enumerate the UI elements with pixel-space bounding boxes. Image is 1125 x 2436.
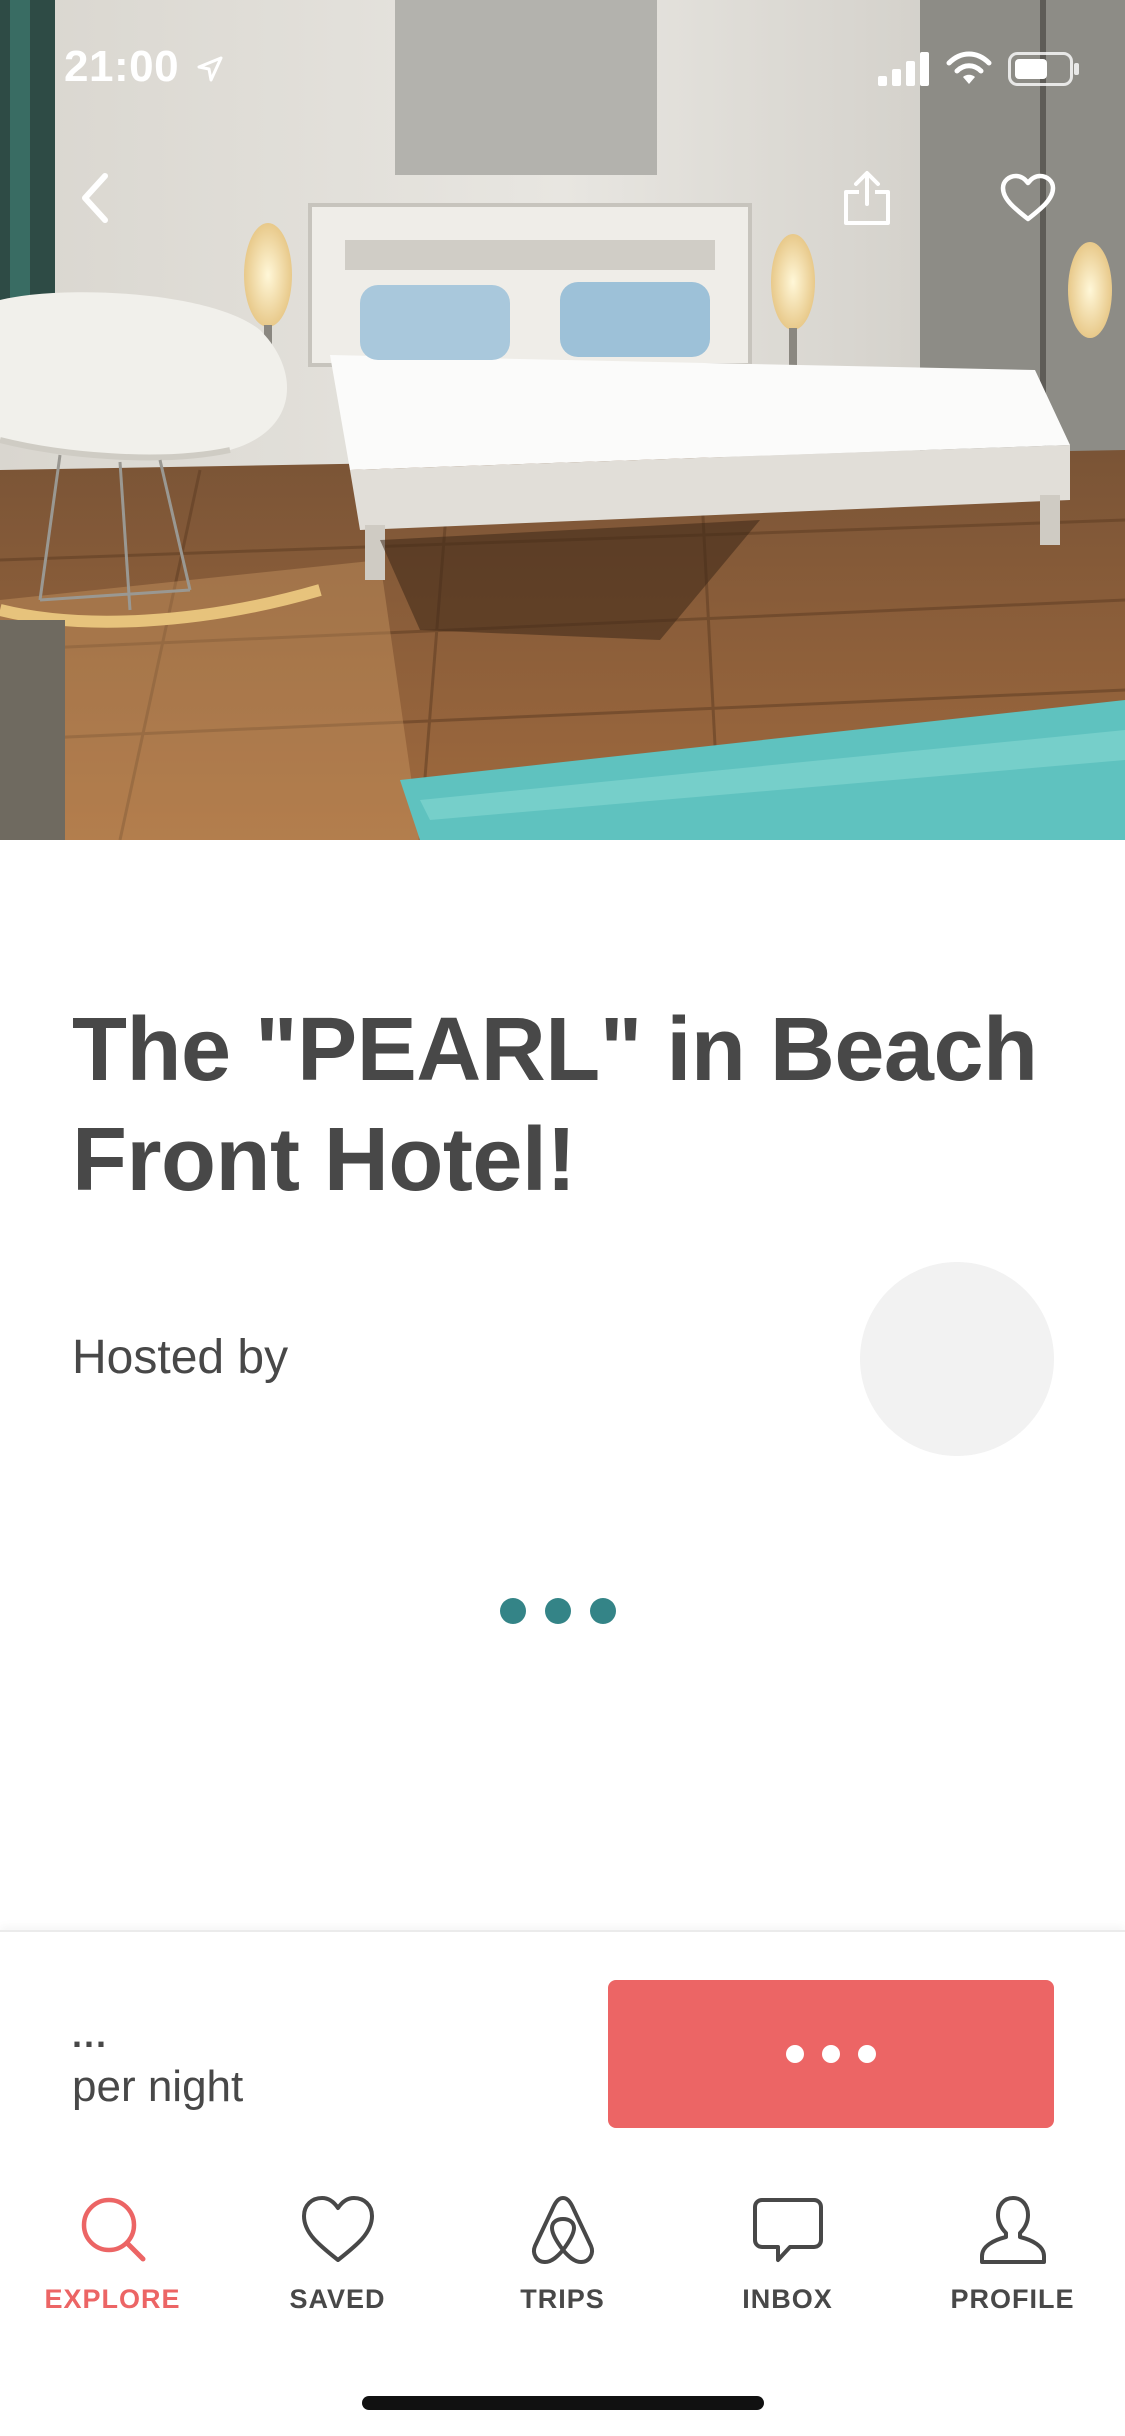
nightly-price: ... [72,2014,109,2055]
chevron-left-icon [82,173,108,223]
share-icon [844,171,890,225]
host-avatar[interactable] [860,1262,1054,1456]
cellular-signal-icon [878,52,929,86]
airbnb-logo-icon [531,2196,594,2264]
back-button[interactable] [50,153,140,243]
tab-label: PROFILE [950,2284,1075,2314]
status-bar: 21:00 [0,0,1125,130]
tab-label: EXPLORE [44,2284,181,2314]
tab-label: INBOX [742,2284,833,2314]
booking-bar: ... per night [0,1930,1125,2166]
hosted-by-label: Hosted by [72,1331,289,1384]
share-button[interactable] [822,153,912,243]
person-icon [979,2196,1046,2264]
loading-indicator [500,1598,616,1624]
tab-label: SAVED [289,2284,386,2314]
loading-dot [590,1598,616,1624]
tab-explore[interactable]: EXPLORE [0,2194,225,2315]
save-favorite-button[interactable] [983,153,1073,243]
heart-icon [301,2196,374,2262]
tab-inbox[interactable]: INBOX [675,2194,900,2315]
status-time: 21:00 [64,42,180,91]
check-availability-button[interactable] [608,1980,1054,2128]
heart-icon [1000,173,1056,222]
button-loading-indicator [786,2045,876,2063]
tab-profile[interactable]: PROFILE [900,2194,1125,2315]
per-night-label: per night [72,2062,244,2111]
tab-label: TRIPS [520,2284,605,2314]
loading-dot [545,1598,571,1624]
listing-title: The "PEARL" in Beach Front Hotel! [72,1000,1038,1210]
tab-saved[interactable]: SAVED [225,2194,450,2315]
loading-dot [858,2045,876,2063]
loading-dot [500,1598,526,1624]
location-arrow-icon [197,56,223,82]
loading-dot [822,2045,840,2063]
home-indicator[interactable] [362,2396,764,2410]
message-icon [752,2198,823,2262]
search-icon [81,2197,145,2262]
tab-trips[interactable]: TRIPS [450,2194,675,2315]
battery-icon [1008,52,1079,86]
loading-dot [786,2045,804,2063]
listing-photo[interactable]: 21:00 [0,0,1125,840]
wifi-icon [946,51,992,84]
